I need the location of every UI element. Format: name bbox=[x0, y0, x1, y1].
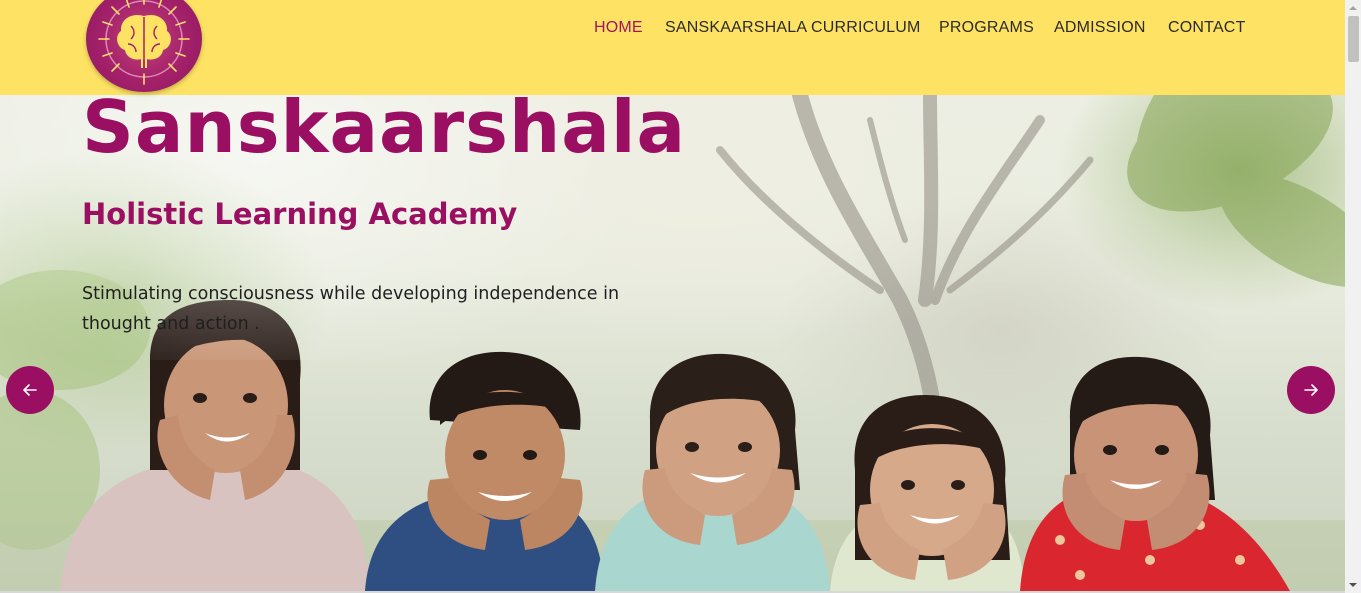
hero-subtitle: Holistic Learning Academy bbox=[82, 197, 518, 231]
nav-contact[interactable]: CONTACT bbox=[1168, 19, 1246, 37]
brain-logo-icon bbox=[98, 0, 190, 85]
vertical-scrollbar[interactable] bbox=[1345, 0, 1361, 593]
page: HOME SANSKAARSHALA CURRICULUM PROGRAMS A… bbox=[0, 0, 1345, 593]
caret-up-icon bbox=[1349, 6, 1357, 10]
arrow-left-icon bbox=[23, 384, 37, 396]
logo[interactable] bbox=[86, 0, 202, 92]
scroll-thumb[interactable] bbox=[1348, 16, 1359, 62]
carousel-prev-button[interactable] bbox=[6, 366, 54, 414]
nav-programs[interactable]: PROGRAMS bbox=[939, 19, 1034, 37]
scroll-down-button[interactable] bbox=[1345, 577, 1361, 593]
arrow-right-icon bbox=[1304, 384, 1318, 396]
carousel-next-button[interactable] bbox=[1287, 366, 1335, 414]
site-header: HOME SANSKAARSHALA CURRICULUM PROGRAMS A… bbox=[0, 0, 1345, 95]
nav-sanskaarshala-curriculum[interactable]: SANSKAARSHALA CURRICULUM bbox=[665, 19, 921, 37]
nav-home[interactable]: HOME bbox=[594, 19, 643, 37]
nav-admission[interactable]: ADMISSION bbox=[1054, 19, 1146, 37]
hero-title: Sanskaarshala bbox=[82, 85, 687, 169]
hero-description: Stimulating consciousness while developi… bbox=[82, 284, 620, 334]
caret-down-icon bbox=[1349, 583, 1357, 587]
scroll-up-button[interactable] bbox=[1345, 0, 1361, 16]
